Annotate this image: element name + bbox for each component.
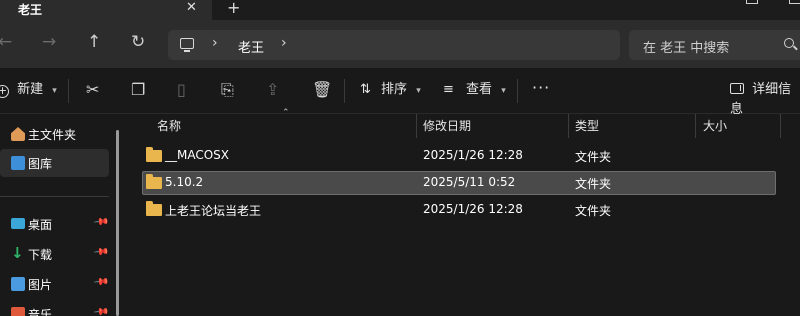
column-header-type[interactable]: 类型 xyxy=(575,114,599,138)
new-tab-icon[interactable]: + xyxy=(227,0,240,17)
file-modified: 2025/1/26 12:28 xyxy=(423,148,523,162)
file-row[interactable]: 上老王论坛当老王 2025/1/26 12:28 文件夹 xyxy=(142,198,776,222)
gallery-icon xyxy=(11,156,25,170)
maximize-icon[interactable] xyxy=(746,0,758,4)
rename-icon[interactable]: ⎘ xyxy=(221,80,234,100)
navigation-pane: 主文件夹 图库 桌面 📌 ↓ 下载 📌 图片 📌 音乐 📌 xyxy=(0,114,126,316)
view-button[interactable]: ≡ 查看 ▾ xyxy=(443,80,506,101)
new-button[interactable]: + 新建 ▾ xyxy=(0,80,57,101)
sort-button[interactable]: ⇅ 排序 ▾ xyxy=(360,80,421,101)
sidebar-item-home[interactable]: 主文件夹 xyxy=(0,120,109,148)
file-name: __MACOSX xyxy=(165,148,230,162)
file-name: 上老王论坛当老王 xyxy=(165,204,262,218)
column-header-name[interactable]: 名称 xyxy=(157,114,181,138)
column-divider[interactable] xyxy=(695,114,696,138)
sidebar-item-label: 下载 xyxy=(28,248,53,262)
sidebar-scrollbar[interactable] xyxy=(116,130,119,316)
chevron-down-icon: ▾ xyxy=(52,86,57,96)
search-input[interactable]: 在 老王 中搜索 xyxy=(643,37,729,56)
sidebar-item-gallery[interactable]: 图库 xyxy=(0,149,109,177)
desktop-icon xyxy=(11,218,25,229)
file-type: 文件夹 xyxy=(575,204,612,218)
sidebar-item-label: 音乐 xyxy=(28,308,53,316)
pin-icon[interactable]: 📌 xyxy=(93,214,110,230)
sidebar-item-label: 图库 xyxy=(28,157,53,171)
file-modified: 2025/5/11 0:52 xyxy=(423,175,516,189)
tab-title: 老王 xyxy=(18,3,43,17)
pin-icon[interactable]: 📌 xyxy=(93,244,110,260)
column-divider[interactable] xyxy=(416,114,417,138)
copy-icon[interactable]: ❐ xyxy=(131,80,145,100)
plus-circle-icon: + xyxy=(0,85,9,98)
view-button-label: 查看 xyxy=(466,82,493,97)
sidebar-item-downloads[interactable]: ↓ 下载 📌 xyxy=(0,240,110,268)
forward-icon[interactable]: → xyxy=(42,32,56,52)
pictures-icon xyxy=(11,277,25,291)
folder-icon xyxy=(146,147,162,162)
download-icon: ↓ xyxy=(11,244,24,262)
cut-icon[interactable]: ✂ xyxy=(86,80,99,100)
sort-icon: ⇅ xyxy=(360,82,371,97)
navigation-bar: ← → ↑ ↻ › 老王 › 在 老王 中搜索 xyxy=(0,20,800,68)
file-list: ⌃ 名称 修改日期 类型 大小 __MACOSX 2025/1/26 12:28… xyxy=(126,108,800,316)
file-modified: 2025/1/26 12:28 xyxy=(423,202,523,216)
more-options-icon[interactable]: ··· xyxy=(532,78,550,98)
refresh-icon[interactable]: ↻ xyxy=(131,32,145,52)
sidebar-item-pictures[interactable]: 图片 📌 xyxy=(0,270,110,298)
address-bar[interactable]: › 老王 › xyxy=(168,30,620,60)
toolbar-divider xyxy=(517,79,518,103)
command-bar: + 新建 ▾ ✂ ❐ ▯ ⎘ ⇪ 🗑 ⇅ 排序 ▾ ≡ 查看 ▾ ··· 详细信… xyxy=(0,68,800,117)
search-box[interactable]: 在 老王 中搜索 xyxy=(629,30,800,60)
file-row[interactable]: __MACOSX 2025/1/26 12:28 文件夹 xyxy=(142,144,776,168)
toolbar-divider xyxy=(68,79,69,103)
column-divider[interactable] xyxy=(568,114,569,138)
sidebar-item-label: 主文件夹 xyxy=(28,128,77,142)
sort-button-label: 排序 xyxy=(381,82,408,97)
file-type: 文件夹 xyxy=(575,150,612,164)
up-icon[interactable]: ↑ xyxy=(87,32,101,52)
back-icon[interactable]: ← xyxy=(0,32,12,52)
music-icon xyxy=(11,307,25,316)
delete-icon[interactable]: 🗑 xyxy=(312,80,332,100)
column-divider[interactable] xyxy=(780,114,781,138)
column-header-size[interactable]: 大小 xyxy=(703,114,727,138)
breadcrumb-folder[interactable]: 老王 xyxy=(238,37,264,56)
file-row-selected[interactable]: 5.10.2 2025/5/11 0:52 文件夹 xyxy=(142,171,776,195)
sidebar-item-label: 图片 xyxy=(28,278,53,292)
pin-icon[interactable]: 📌 xyxy=(93,274,110,290)
toolbar-divider xyxy=(344,79,345,103)
paste-icon[interactable]: ▯ xyxy=(177,80,186,100)
file-type: 文件夹 xyxy=(575,177,612,191)
column-header-modified[interactable]: 修改日期 xyxy=(423,114,471,138)
sidebar-item-label: 桌面 xyxy=(28,218,53,232)
home-icon xyxy=(11,127,25,141)
folder-icon xyxy=(146,201,162,216)
share-icon[interactable]: ⇪ xyxy=(266,80,279,100)
chevron-down-icon: ▾ xyxy=(416,86,421,96)
sort-ascending-icon: ⌃ xyxy=(282,108,290,118)
new-button-label: 新建 xyxy=(17,82,44,97)
title-bar: 老王 ✕ + xyxy=(0,0,800,20)
tab-laowang[interactable]: 老王 ✕ xyxy=(0,0,212,20)
view-icon: ≡ xyxy=(443,82,454,97)
pin-icon[interactable]: 📌 xyxy=(93,304,110,316)
close-icon[interactable]: ✕ xyxy=(186,0,197,15)
sidebar-item-music[interactable]: 音乐 📌 xyxy=(0,300,110,316)
folder-icon xyxy=(146,174,162,189)
chevron-right-icon[interactable]: › xyxy=(212,35,218,51)
file-name: 5.10.2 xyxy=(165,175,204,189)
chevron-right-icon[interactable]: › xyxy=(281,35,287,51)
chevron-down-icon: ▾ xyxy=(501,86,506,96)
search-icon[interactable] xyxy=(784,38,794,48)
sidebar-item-desktop[interactable]: 桌面 📌 xyxy=(0,210,110,238)
sidebar-divider xyxy=(0,196,109,197)
close-window-icon[interactable] xyxy=(789,0,800,4)
this-pc-icon[interactable] xyxy=(180,38,194,52)
details-pane-icon xyxy=(730,83,744,94)
